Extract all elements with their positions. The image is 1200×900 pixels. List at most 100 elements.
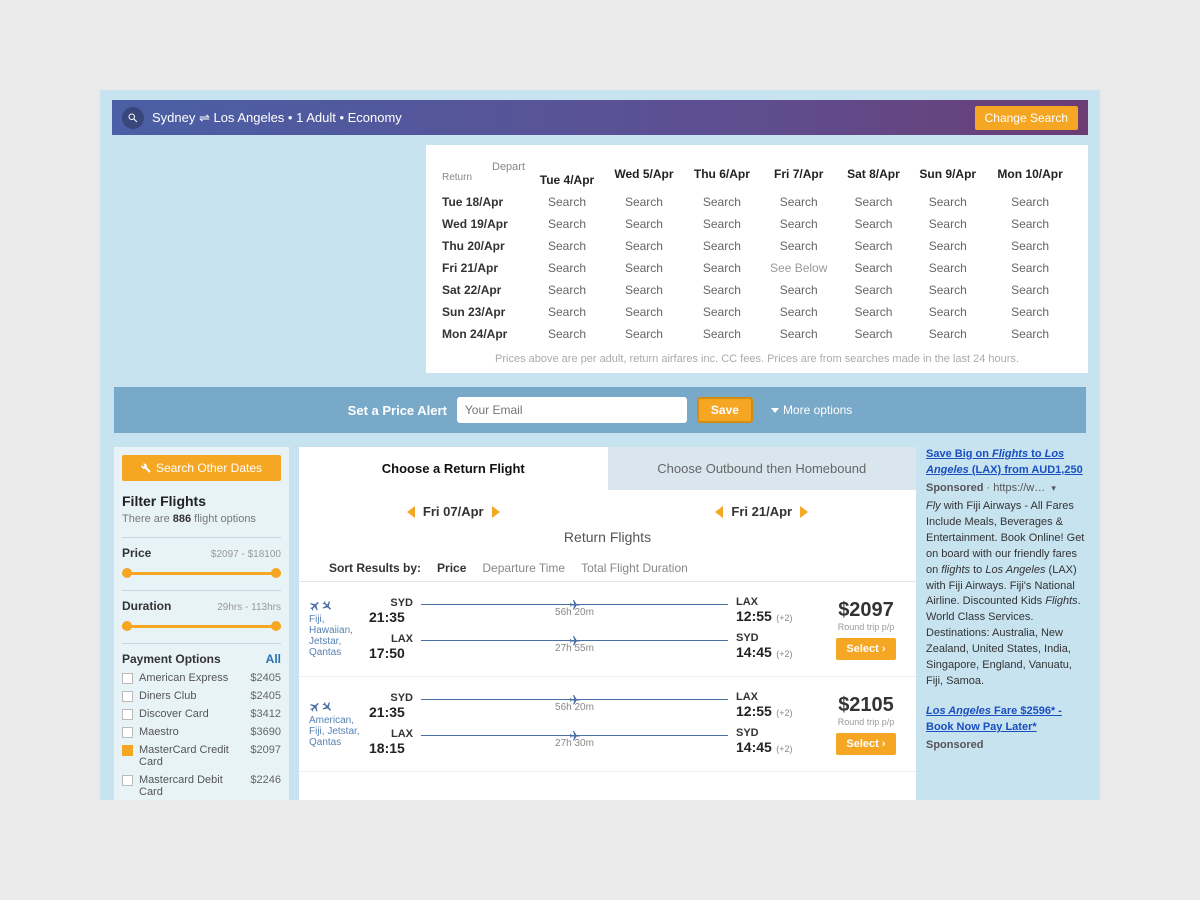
matrix-cell[interactable]: Search [530, 279, 604, 301]
matrix-cell[interactable]: Search [986, 213, 1074, 235]
ad1-title[interactable]: Save Big on Flights to Los Angeles (LAX)… [926, 448, 1083, 476]
change-search-button[interactable]: Change Search [975, 106, 1078, 130]
other-dates-label: Search Other Dates [156, 461, 262, 475]
sort-option[interactable]: Departure Time [482, 561, 565, 575]
next-date-icon[interactable] [800, 506, 808, 518]
matrix-cell[interactable]: Search [986, 191, 1074, 213]
payment-name: MasterCard Credit Card [139, 744, 244, 768]
more-options-link[interactable]: More options [771, 403, 852, 417]
matrix-cell[interactable]: Search [604, 279, 684, 301]
outbound-date: Fri 07/Apr [423, 504, 484, 519]
matrix-cell[interactable]: Search [684, 323, 760, 345]
prev-date-icon[interactable] [715, 506, 723, 518]
matrix-cell[interactable]: Search [986, 301, 1074, 323]
matrix-cell[interactable]: Search [838, 257, 910, 279]
matrix-cell[interactable]: Search [909, 191, 986, 213]
matrix-cell[interactable]: Search [986, 323, 1074, 345]
matrix-cell[interactable]: Search [684, 235, 760, 257]
checkbox-icon [122, 727, 133, 738]
matrix-cell[interactable]: Search [604, 235, 684, 257]
matrix-cell[interactable]: Search [838, 323, 910, 345]
matrix-cell[interactable]: Search [909, 235, 986, 257]
tab-outbound-homebound[interactable]: Choose Outbound then Homebound [608, 447, 917, 490]
matrix-cell[interactable]: Search [760, 235, 838, 257]
alert-save-button[interactable]: Save [697, 397, 753, 423]
matrix-cell[interactable]: Search [909, 323, 986, 345]
matrix-cell[interactable]: Search [684, 191, 760, 213]
matrix-cell[interactable]: Search [838, 301, 910, 323]
flight-leg: LAX18:1527h 30mSYD14:45 (+2) [369, 727, 826, 757]
carrier-icons [309, 701, 369, 713]
payment-name: Maestro [139, 726, 244, 738]
matrix-cell[interactable]: Search [909, 257, 986, 279]
checkbox-icon [122, 673, 133, 684]
matrix-cell[interactable]: Search [838, 213, 910, 235]
matrix-cell[interactable]: Search [684, 301, 760, 323]
payment-option[interactable]: Discover Card$3412 [122, 708, 281, 720]
date-matrix: ReturnDepartTue 4/AprWed 5/AprThu 6/AprF… [426, 145, 1088, 373]
dep-time: 18:15 [369, 740, 413, 756]
return-date-picker[interactable]: Fri 21/Apr [715, 504, 808, 519]
matrix-cell[interactable]: Search [760, 191, 838, 213]
payment-option[interactable]: MasterCard Credit Card$2097 [122, 744, 281, 768]
payment-option[interactable]: Diners Club$2405 [122, 690, 281, 702]
matrix-cell[interactable]: Search [530, 323, 604, 345]
payment-option[interactable]: Mastercard Debit Card$2246 [122, 774, 281, 798]
prev-date-icon[interactable] [407, 506, 415, 518]
matrix-cell[interactable]: Search [838, 191, 910, 213]
sort-option[interactable]: Price [437, 561, 466, 575]
matrix-cell[interactable]: Search [684, 213, 760, 235]
matrix-cell[interactable]: Search [838, 279, 910, 301]
matrix-cell[interactable]: Search [760, 323, 838, 345]
search-icon[interactable] [122, 107, 144, 129]
matrix-col-header: Wed 5/Apr [604, 157, 684, 191]
matrix-cell[interactable]: Search [604, 301, 684, 323]
matrix-cell[interactable]: Search [986, 279, 1074, 301]
tab-return-flight[interactable]: Choose a Return Flight [299, 447, 608, 490]
matrix-cell[interactable]: Search [986, 235, 1074, 257]
matrix-cell[interactable]: Search [838, 235, 910, 257]
matrix-cell[interactable]: Search [604, 257, 684, 279]
matrix-cell[interactable]: Search [986, 257, 1074, 279]
sort-option[interactable]: Total Flight Duration [581, 561, 688, 575]
matrix-cell[interactable]: Search [909, 279, 986, 301]
matrix-cell[interactable]: Search [684, 279, 760, 301]
matrix-cell[interactable]: Search [530, 191, 604, 213]
flight-result: Fiji, Hawaiian, Jetstar, QantasSYD21:355… [299, 582, 916, 677]
payment-option[interactable]: Maestro$3690 [122, 726, 281, 738]
outbound-date-picker[interactable]: Fri 07/Apr [407, 504, 500, 519]
matrix-cell[interactable]: Search [530, 301, 604, 323]
matrix-cell[interactable]: Search [760, 279, 838, 301]
dep-time: 21:35 [369, 704, 413, 720]
plane-icon [569, 693, 581, 711]
ad2-title[interactable]: Los Angeles Fare $2596* - Book Now Pay L… [926, 705, 1062, 733]
matrix-depart-label: Depart [492, 161, 602, 173]
filter-sidebar: Search Other Dates Filter Flights There … [114, 447, 289, 800]
checkbox-icon [122, 745, 133, 756]
flight-leg: LAX17:5027h 55mSYD14:45 (+2) [369, 632, 826, 662]
payment-all-link[interactable]: All [266, 652, 281, 666]
matrix-cell[interactable]: Search [530, 235, 604, 257]
price-filter-label: Price [122, 546, 151, 560]
matrix-cell[interactable]: Search [909, 301, 986, 323]
matrix-cell[interactable]: Search [530, 213, 604, 235]
matrix-cell[interactable]: Search [604, 191, 684, 213]
matrix-cell[interactable]: Search [604, 323, 684, 345]
payment-name: American Express [139, 672, 244, 684]
alert-email-input[interactable] [457, 397, 687, 423]
matrix-cell[interactable]: Search [604, 213, 684, 235]
duration-slider[interactable] [122, 621, 281, 631]
matrix-cell[interactable]: Search [684, 257, 760, 279]
dep-code: SYD [379, 597, 413, 609]
select-flight-button[interactable]: Select › [836, 638, 895, 660]
matrix-col-header: Sat 8/Apr [838, 157, 910, 191]
select-flight-button[interactable]: Select › [836, 733, 895, 755]
search-other-dates-button[interactable]: Search Other Dates [122, 455, 281, 481]
matrix-cell[interactable]: Search [909, 213, 986, 235]
payment-option[interactable]: American Express$2405 [122, 672, 281, 684]
matrix-cell[interactable]: Search [760, 301, 838, 323]
next-date-icon[interactable] [492, 506, 500, 518]
price-slider[interactable] [122, 568, 281, 578]
matrix-cell[interactable]: Search [760, 213, 838, 235]
matrix-cell[interactable]: Search [530, 257, 604, 279]
